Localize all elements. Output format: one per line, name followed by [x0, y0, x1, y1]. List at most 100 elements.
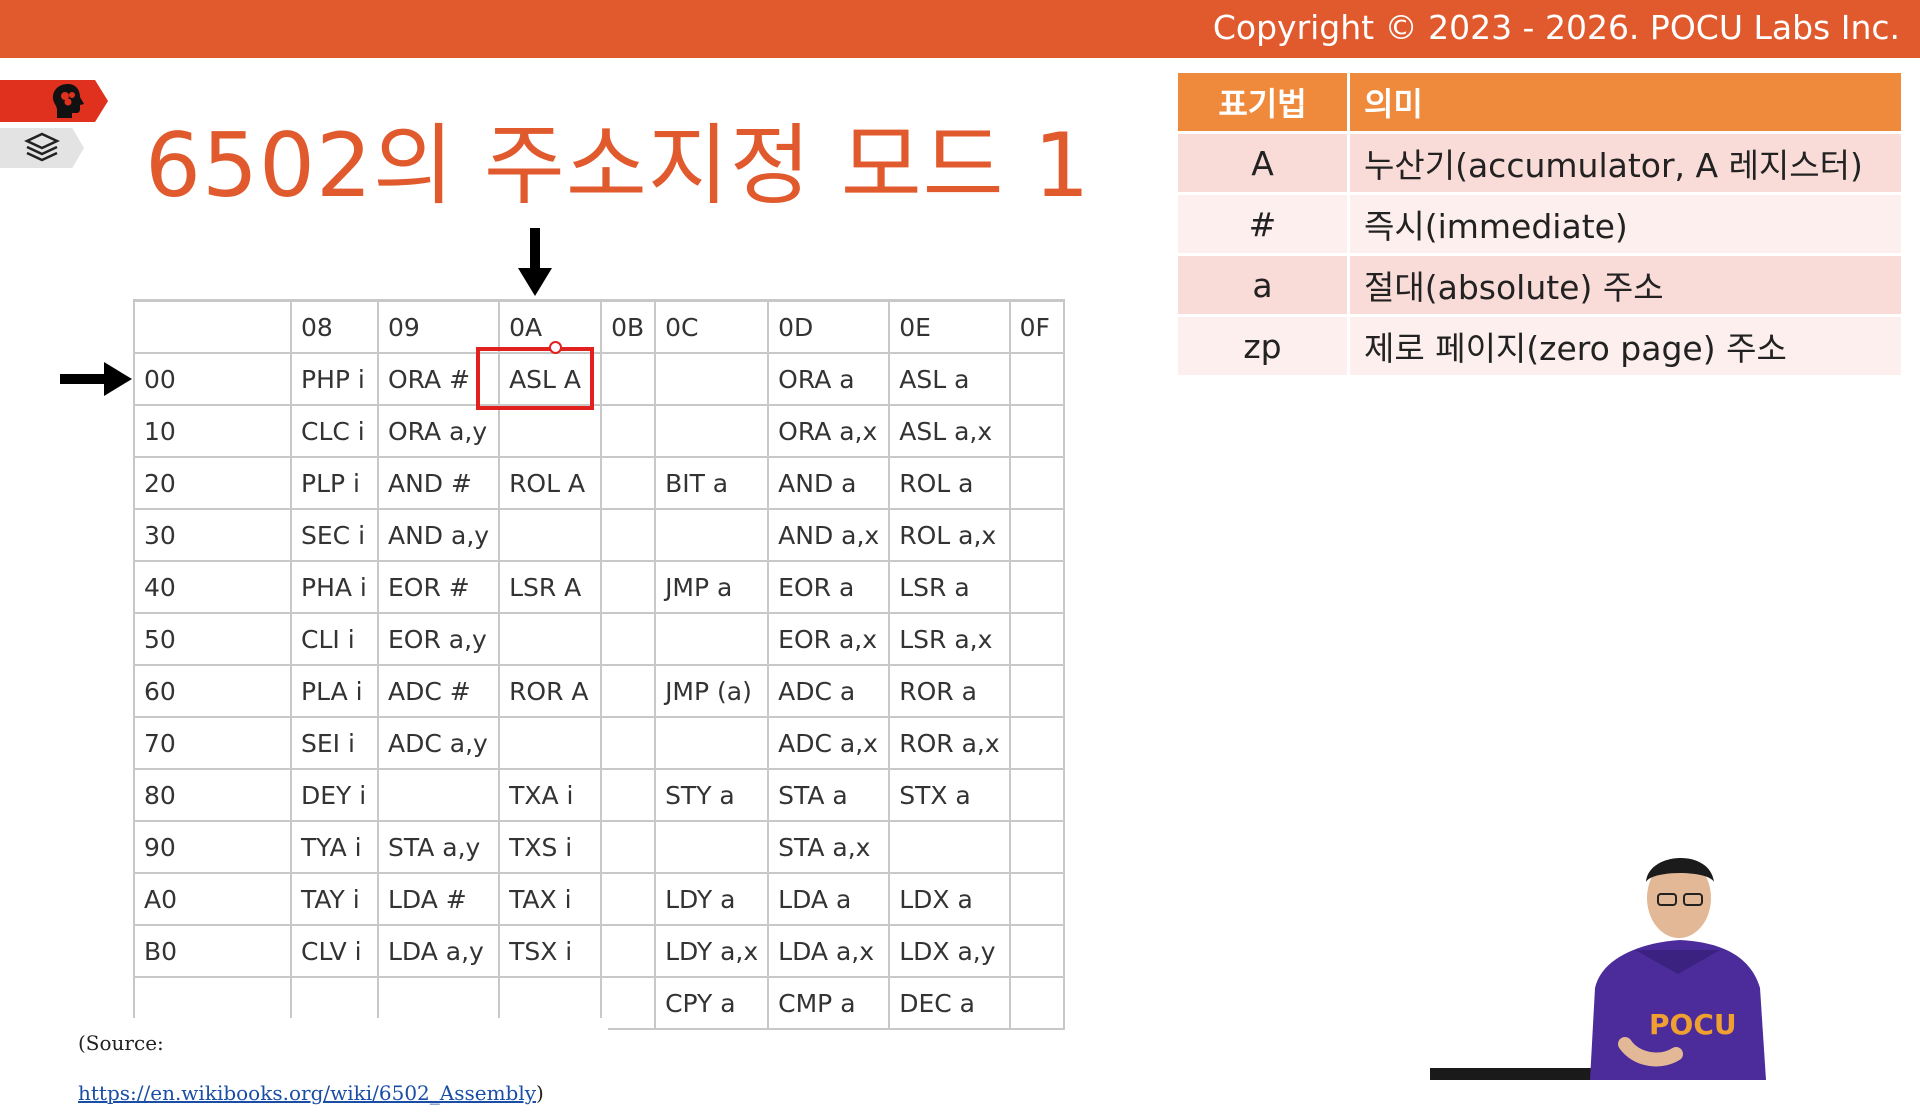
opcode-cell: STA a,x — [767, 820, 891, 874]
opcode-cell — [600, 404, 657, 458]
legend-row: zp 제로 페이지(zero page) 주소 — [1178, 315, 1901, 378]
row-header-cell: 50 — [133, 612, 292, 666]
opcode-cell: STY a — [654, 768, 770, 822]
opcode-cell: CMP a — [767, 976, 891, 1030]
opcode-cell — [1008, 404, 1065, 458]
opcode-cell: AND # — [376, 456, 501, 510]
opcode-cell — [654, 820, 770, 874]
legend-table: 표기법 의미 A 누산기(accumulator, A 레지스터) # 즉시(imme… — [1178, 73, 1901, 378]
opcode-cell: LDX a — [888, 872, 1011, 926]
opcode-cell — [654, 352, 770, 406]
opcode-cell: LDX a,y — [888, 924, 1011, 978]
opcode-cell: LDY a,x — [654, 924, 770, 978]
row-header-cell: B0 — [133, 924, 292, 978]
legend-header-notation: 표기법 — [1178, 73, 1350, 134]
row-header-cell: 80 — [133, 768, 292, 822]
row-header-cell: 40 — [133, 560, 292, 614]
opcode-cell: PLP i — [290, 456, 379, 510]
column-header-cell: 0B — [600, 299, 657, 354]
opcode-cell: ROL A — [498, 456, 603, 510]
column-header-cell: 0C — [654, 299, 770, 354]
legend-meaning: 절대(absolute) 주소 — [1348, 254, 1901, 317]
opcode-cell: EOR # — [376, 560, 501, 614]
opcode-cell: EOR a,x — [767, 612, 891, 666]
opcode-cell — [654, 716, 770, 770]
opcode-cell: CLI i — [290, 612, 379, 666]
opcode-row: 30 SEC i AND a,y AND a,x ROL a,x — [133, 508, 1065, 562]
opcode-row: 80 DEY i TXA i STY a STA a STX a — [133, 768, 1065, 822]
opcode-row: 90 TYA i STA a,y TXS i STA a,x — [133, 820, 1065, 874]
opcode-cell: SEC i — [290, 508, 379, 562]
shirt-logo-text: POCU — [1649, 1008, 1737, 1041]
opcode-cell: LSR A — [498, 560, 603, 614]
slide-title: 6502의 주소지정 모드 1 — [145, 114, 1091, 217]
opcode-cell: TXA i — [498, 768, 603, 822]
opcode-cell — [1008, 612, 1065, 666]
opcode-cell — [654, 612, 770, 666]
opcode-cell: ADC a,x — [767, 716, 891, 770]
opcode-cell — [1008, 508, 1065, 562]
opcode-cell — [1008, 456, 1065, 510]
opcode-cell — [600, 820, 657, 874]
opcode-cell — [498, 404, 603, 458]
legend-row: # 즉시(immediate) — [1178, 193, 1901, 256]
source-note: (Source: https://en.wikibooks.org/wiki/6… — [78, 1018, 608, 1105]
opcode-cell — [1008, 768, 1065, 822]
column-header-cell: 0D — [767, 299, 891, 354]
opcode-cell — [600, 872, 657, 926]
legend-notation: zp — [1178, 315, 1350, 378]
opcode-row: 10 CLC i ORA a,y ORA a,x ASL a,x — [133, 404, 1065, 458]
opcode-cell — [600, 768, 657, 822]
opcode-cell: TYA i — [290, 820, 379, 874]
row-header-cell: 00 — [133, 352, 292, 406]
opcode-cell — [498, 508, 603, 562]
arrow-down-icon — [518, 228, 552, 296]
opcode-cell: TSX i — [498, 924, 603, 978]
opcode-cell: EOR a,y — [376, 612, 501, 666]
opcode-cell: ADC # — [376, 664, 501, 718]
opcode-cell — [600, 716, 657, 770]
opcode-cell — [498, 612, 603, 666]
legend-row: a 절대(absolute) 주소 — [1178, 254, 1901, 317]
opcode-row: 20 PLP i AND # ROL A BIT a AND a ROL a — [133, 456, 1065, 510]
opcode-cell: LDA a — [767, 872, 891, 926]
row-header-cell: 20 — [133, 456, 292, 510]
arrow-right-icon — [60, 362, 132, 396]
opcode-cell: TAX i — [498, 872, 603, 926]
row-header-cell: 70 — [133, 716, 292, 770]
source-link[interactable]: https://en.wikibooks.org/wiki/6502_Assem… — [78, 1081, 536, 1105]
opcode-cell: ROR a,x — [888, 716, 1011, 770]
row-header-cell: A0 — [133, 872, 292, 926]
opcode-cell: ORA a,x — [767, 404, 891, 458]
opcode-cell — [600, 560, 657, 614]
opcode-cell — [1008, 820, 1065, 874]
brain-head-icon — [52, 84, 84, 118]
opcode-cell: ADC a,y — [376, 716, 501, 770]
opcode-cell: CLV i — [290, 924, 379, 978]
opcode-cell: PHP i — [290, 352, 379, 406]
opcode-cell: TAY i — [290, 872, 379, 926]
legend-meaning: 즉시(immediate) — [1348, 193, 1901, 256]
opcode-cell — [654, 404, 770, 458]
opcode-cell: ORA a,y — [376, 404, 501, 458]
opcode-cell: STX a — [888, 768, 1011, 822]
opcode-cell: EOR a — [767, 560, 891, 614]
row-header-cell: 60 — [133, 664, 292, 718]
legend-notation: # — [1178, 193, 1350, 256]
opcode-cell: DEC a — [888, 976, 1011, 1030]
opcode-cell — [1008, 872, 1065, 926]
legend-row: A 누산기(accumulator, A 레지스터) — [1178, 132, 1901, 195]
legend-meaning: 누산기(accumulator, A 레지스터) — [1348, 132, 1901, 195]
opcode-cell: LSR a,x — [888, 612, 1011, 666]
source-suffix: ) — [536, 1081, 544, 1105]
opcode-cell: STA a — [767, 768, 891, 822]
opcode-header-row: 08 09 0A 0B 0C 0D 0E 0F — [133, 299, 1065, 354]
column-header-cell: 09 — [376, 299, 501, 354]
opcode-row: A0 TAY i LDA # TAX i LDY a LDA a LDX a — [133, 872, 1065, 926]
opcode-cell: ASL a — [888, 352, 1011, 406]
opcode-cell: ADC a — [767, 664, 891, 718]
presenter-video: POCU — [1430, 857, 1766, 1080]
opcode-cell: ASL a,x — [888, 404, 1011, 458]
opcode-cell: ROR A — [498, 664, 603, 718]
opcode-cell — [1008, 352, 1065, 406]
